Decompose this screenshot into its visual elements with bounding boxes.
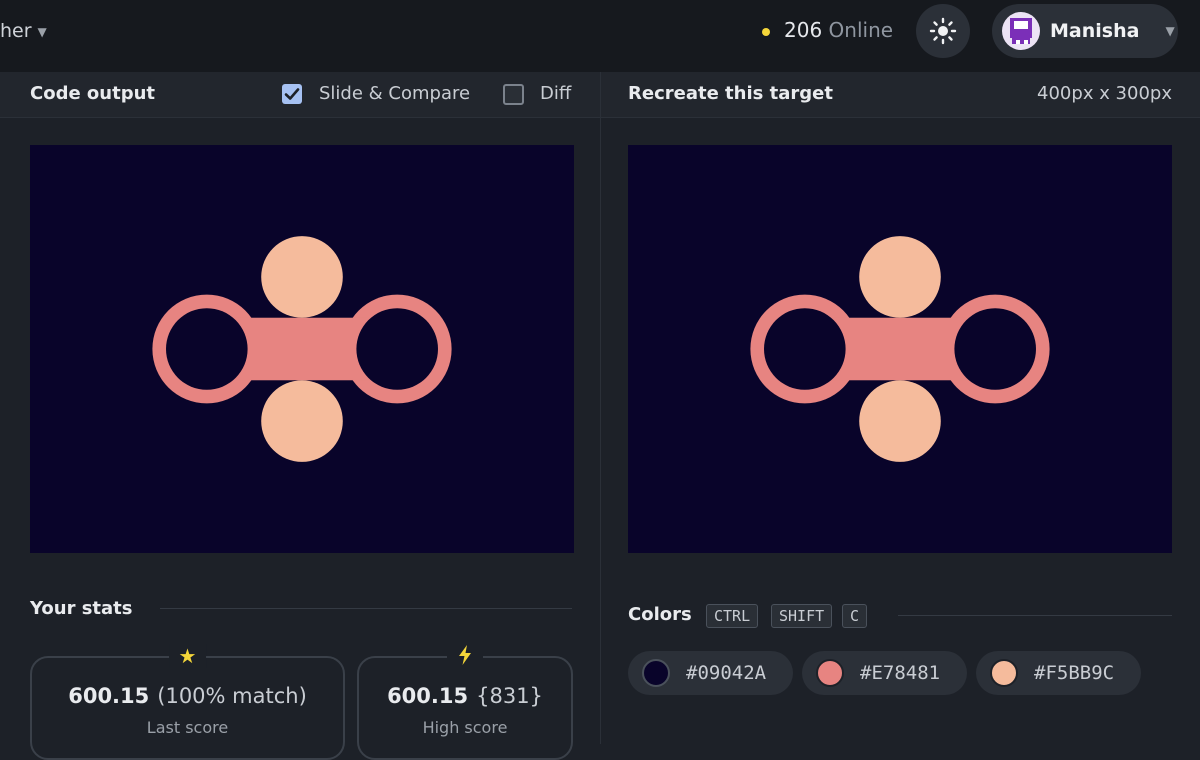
last-score-value: 600.15 [68,684,150,708]
user-name: Manisha [1050,20,1140,42]
shortcut-key-shift: SHIFT [771,604,833,628]
left-ring-hole [764,308,846,390]
chevron-down-icon: ▼ [37,24,47,39]
last-score-label: Last score [146,718,229,737]
panel-divider [600,72,601,744]
top-circle [261,236,343,318]
right-ring-hole [356,308,438,390]
color-hex: #E78481 [860,662,941,684]
code-output-title: Code output [30,83,156,104]
color-dot [990,659,1018,687]
online-count: 206 [784,18,823,42]
bottom-circle [859,380,941,462]
color-dot [642,659,670,687]
online-label: Online [828,18,894,42]
stats-title: Your stats [30,598,133,619]
user-menu-button[interactable]: Manisha ▼ [992,4,1178,58]
target-dimensions: 400px x 300px [1037,83,1172,104]
sun-icon [929,17,957,45]
diff-checkbox[interactable] [503,84,524,105]
code-output-header: Code output Slide & Compare Diff [0,72,600,118]
slide-compare-checkbox[interactable] [282,84,302,104]
high-score-detail: {831} [476,684,543,708]
theme-toggle-button[interactable] [916,4,970,58]
diff-label[interactable]: Diff [540,83,571,104]
color-hex: #09042A [686,662,767,684]
last-score-main: 600.15 (100% match) [32,684,343,708]
high-score-value: 600.15 [387,684,469,708]
nav-menu-label: her [0,20,32,42]
chevron-down-icon: ▼ [1165,24,1175,38]
top-bar: her ▼ 206 Online Manisha ▼ [0,0,1200,73]
color-dot [816,659,844,687]
lightning-icon [447,644,483,671]
color-swatch[interactable]: #F5BB9C [976,651,1141,695]
avatar [1002,12,1040,50]
high-score-card: 600.15 {831} High score [357,644,573,760]
target-canvas [628,145,1172,553]
left-ring-hole [166,308,248,390]
right-ring-hole [954,308,1036,390]
top-circle [859,236,941,318]
colors-title: Colors [628,604,692,625]
stats-divider [160,608,572,609]
online-dot-icon [762,27,770,36]
shortcut-key-c: C [842,604,868,628]
shortcut-key-ctrl: CTRL [706,604,759,628]
online-indicator: 206 Online [762,18,893,42]
last-score-card: ★ 600.15 (100% match) Last score [30,644,345,760]
slide-compare-label[interactable]: Slide & Compare [319,83,470,104]
color-hex: #F5BB9C [1034,662,1115,684]
target-title: Recreate this target [628,83,833,104]
color-swatch[interactable]: #09042A [628,651,793,695]
target-header: Recreate this target 400px x 300px [601,72,1200,118]
bottom-circle [261,380,343,462]
checkmark-icon [284,88,300,100]
color-swatch[interactable]: #E78481 [802,651,967,695]
high-score-main: 600.15 {831} [359,684,571,708]
colors-divider [898,615,1172,616]
high-score-label: High score [422,718,508,737]
code-output-canvas[interactable] [30,145,574,553]
nav-menu[interactable]: her ▼ [0,20,47,42]
star-icon: ★ [168,644,207,668]
last-score-detail: (100% match) [157,684,307,708]
